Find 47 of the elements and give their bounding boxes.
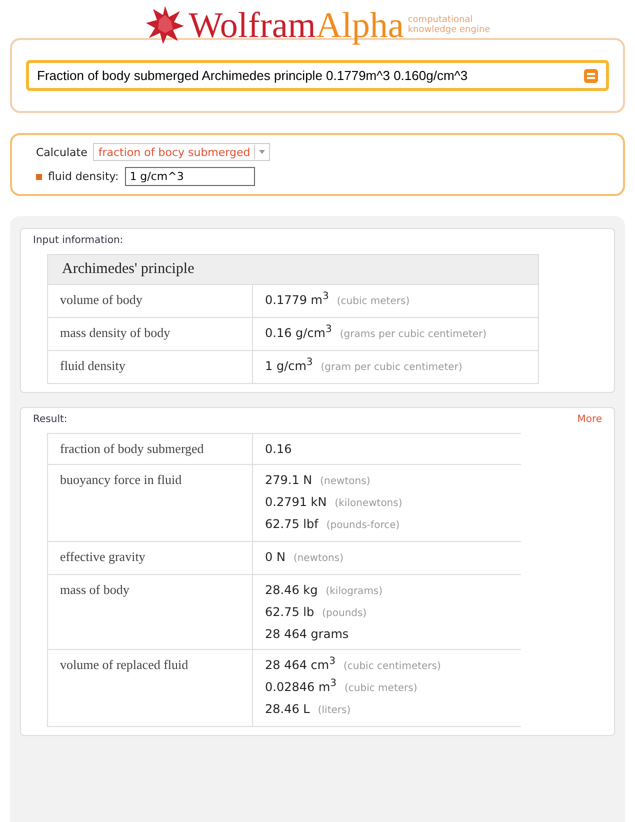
unit-text: (grams per cubic centimeter) [340, 328, 487, 342]
value-text: 28 464 grams [265, 626, 349, 643]
table-cell: fluid density [48, 350, 252, 384]
value-text: 28 464 cm$^{3}$ [265, 655, 336, 674]
table-cell: fraction of body submerged [48, 434, 252, 464]
unit-text: (pounds-force) [326, 519, 400, 533]
unit-text: (gram per cubic centimeter) [320, 361, 462, 375]
value-text: 1 g/cm$^{3}$ [265, 356, 313, 375]
table-cell: effective gravity [48, 542, 252, 574]
pod-title: Result: [33, 414, 68, 425]
table-cell: mass of body [48, 574, 252, 650]
value-text: 28.46 kg [265, 582, 318, 599]
unit-text: (pounds) [322, 607, 367, 621]
unit-text: (cubic meters) [336, 295, 410, 309]
unit-text: (newtons) [293, 552, 344, 566]
value-text: 0.16 [265, 441, 292, 458]
logo-tagline: computational knowledge engine [408, 15, 490, 35]
table-cell: volume of replaced fluid [48, 650, 252, 726]
pod-title: Input information: [33, 235, 124, 246]
unit-text: (newtons) [320, 475, 370, 489]
table-cell: buoyancy force in fluid [48, 464, 252, 542]
value-text: 0.2791 kN [265, 494, 327, 511]
table-title: Archimedes' principle [48, 254, 538, 284]
value-text: 0.1779 m$^{3}$ [265, 290, 329, 309]
value-text: 62.75 lb [265, 604, 314, 621]
logo-wordmark: WolframAlpha [188, 5, 404, 45]
equals-icon[interactable] [584, 68, 598, 82]
calculate-label: Calculate [36, 146, 88, 158]
calculate-dropdown[interactable]: fraction of bocy submerged [93, 143, 270, 161]
unit-text: (cubic meters) [344, 682, 418, 696]
unit-text: (kilonewtons) [334, 497, 402, 511]
bullet-icon [36, 174, 42, 180]
value-text: 0.16 g/cm$^{3}$ [265, 323, 332, 342]
table-cell: volume of body [48, 284, 252, 318]
more-link[interactable]: More [577, 414, 602, 433]
unit-text: (liters) [318, 704, 351, 718]
value-text: 0 N [265, 549, 286, 566]
table-cell: mass density of body [48, 318, 252, 350]
unit-text: (kilograms) [326, 585, 383, 599]
value-text: 62.75 lbf [265, 516, 318, 533]
unit-text: (cubic centimeters) [343, 660, 441, 674]
value-text: 279.1 N [265, 472, 312, 489]
value-text: 0.02846 m$^{3}$ [265, 677, 337, 696]
value-text: 28.46 L [265, 701, 310, 718]
fluid-density-field[interactable]: 1 g/cm^3 [124, 167, 255, 186]
search-field[interactable]: Fraction of body submerged Archimedes principle 0.1779m^3 0.160g/cm^3 [26, 60, 609, 91]
fluid-density-label: fluid density: [48, 170, 119, 183]
